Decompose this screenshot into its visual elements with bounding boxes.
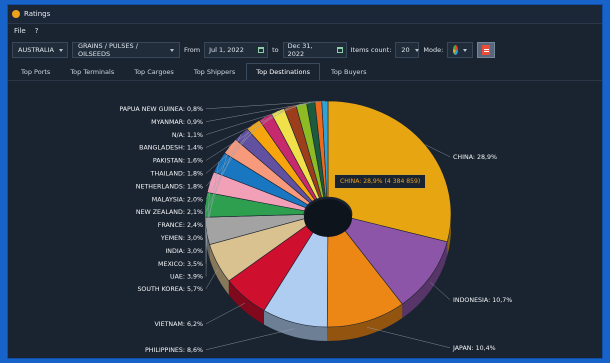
filter-toolbar: AUSTRALIA GRAINS / PULSES / OILSEEDS Fro… [8,38,602,62]
from-date-value: Jul 1, 2022 [209,46,244,54]
tab-top-ports[interactable]: Top Ports [12,63,59,80]
calendar-icon[interactable] [258,47,265,53]
slice-label: BANGLADESH: 1,4% [139,145,203,152]
slice-label: VIETNAM: 6,2% [154,321,203,328]
chevron-down-icon [170,48,174,52]
pie-chart: CHINA: 28,9% INDONESIA: 10,7% JAPAN: 10,4%… [119,100,512,354]
label-connector [205,269,218,289]
slice-label: YEMEN: 3,0% [160,235,203,242]
slice-label: CHINA: 28,9% [453,154,497,161]
slice-label: N/A: 1,1% [172,132,203,139]
from-label: From [184,46,201,54]
pie-chart-icon [453,45,459,55]
pdf-icon [482,45,491,55]
commodity-value: GRAINS / PULSES / OILSEEDS [78,42,138,58]
items-count-select[interactable]: 20 [395,42,420,58]
mode-select[interactable] [447,42,474,58]
tab-top-destinations[interactable]: Top Destinations [246,63,320,80]
to-date-value: Dec 31, 2022 [287,42,313,58]
slice-label: PHILIPPINES: 8,6% [145,347,203,354]
label-connector [205,328,295,350]
donut-hole [304,199,352,237]
slice-label: INDIA: 3,0% [165,248,203,255]
country-value: AUSTRALIA [18,46,54,54]
menu-bar: File ? [8,24,602,38]
slice-label: INDONESIA: 10,7% [453,297,512,304]
window-title: Ratings [24,10,51,18]
slice-label: NEW ZEALAND: 2,1% [136,209,203,216]
items-count-value: 20 [401,46,410,54]
mode-label: Mode: [423,46,444,54]
slice-label: MYANMAR: 0,9% [151,119,203,126]
chevron-down-icon [414,48,419,52]
tab-top-terminals[interactable]: Top Terminals [61,63,123,80]
title-bar: Ratings [8,5,602,24]
tab-top-buyers[interactable]: Top Buyers [322,63,376,80]
slice-label: SOUTH KOREA: 5,7% [137,286,203,293]
tab-bar: Top Ports Top Terminals Top Cargoes Top … [8,62,602,81]
from-date-picker[interactable]: Jul 1, 2022 [204,42,269,58]
tab-top-cargoes[interactable]: Top Cargoes [125,63,183,80]
calendar-icon[interactable] [336,47,343,53]
country-select[interactable]: AUSTRALIA [12,42,68,58]
slice-label: PAKISTAN: 1,6% [153,158,203,165]
slice-label: MEXICO: 3,5% [158,261,203,268]
chart-tooltip: CHINA: 28,9% (4 384 859) [334,174,427,189]
label-connector [205,303,245,324]
slice-label: MALAYSIA: 2,0% [152,196,203,203]
ratings-window: Ratings File ? AUSTRALIA GRAINS / PULSES… [7,4,603,359]
label-connector [366,327,451,348]
label-connector [430,282,451,300]
menu-help[interactable]: ? [35,27,39,35]
to-date-picker[interactable]: Dec 31, 2022 [282,42,347,58]
app-icon [12,10,20,18]
slice-label: UAE: 3,9% [170,274,203,281]
to-label: to [272,46,279,54]
destinations-chart: CHINA: 28,9% INDONESIA: 10,7% JAPAN: 10,4%… [8,81,602,358]
commodity-select[interactable]: GRAINS / PULSES / OILSEEDS [72,42,180,58]
slice-label: THAILAND: 1,8% [150,171,203,178]
slice-label: JAPAN: 10,4% [452,345,496,352]
items-count-label: Items count: [350,46,392,54]
chevron-down-icon [59,48,63,52]
menu-file[interactable]: File [14,27,26,35]
slice-label: FRANCE: 2,4% [158,222,203,229]
slice-label: NETHERLANDS: 1,8% [136,183,203,190]
slice-label: PAPUA NEW GUINEA: 0,8% [119,106,203,113]
tab-top-shippers[interactable]: Top Shippers [185,63,244,80]
export-pdf-button[interactable] [477,42,496,58]
chevron-down-icon [463,48,468,52]
